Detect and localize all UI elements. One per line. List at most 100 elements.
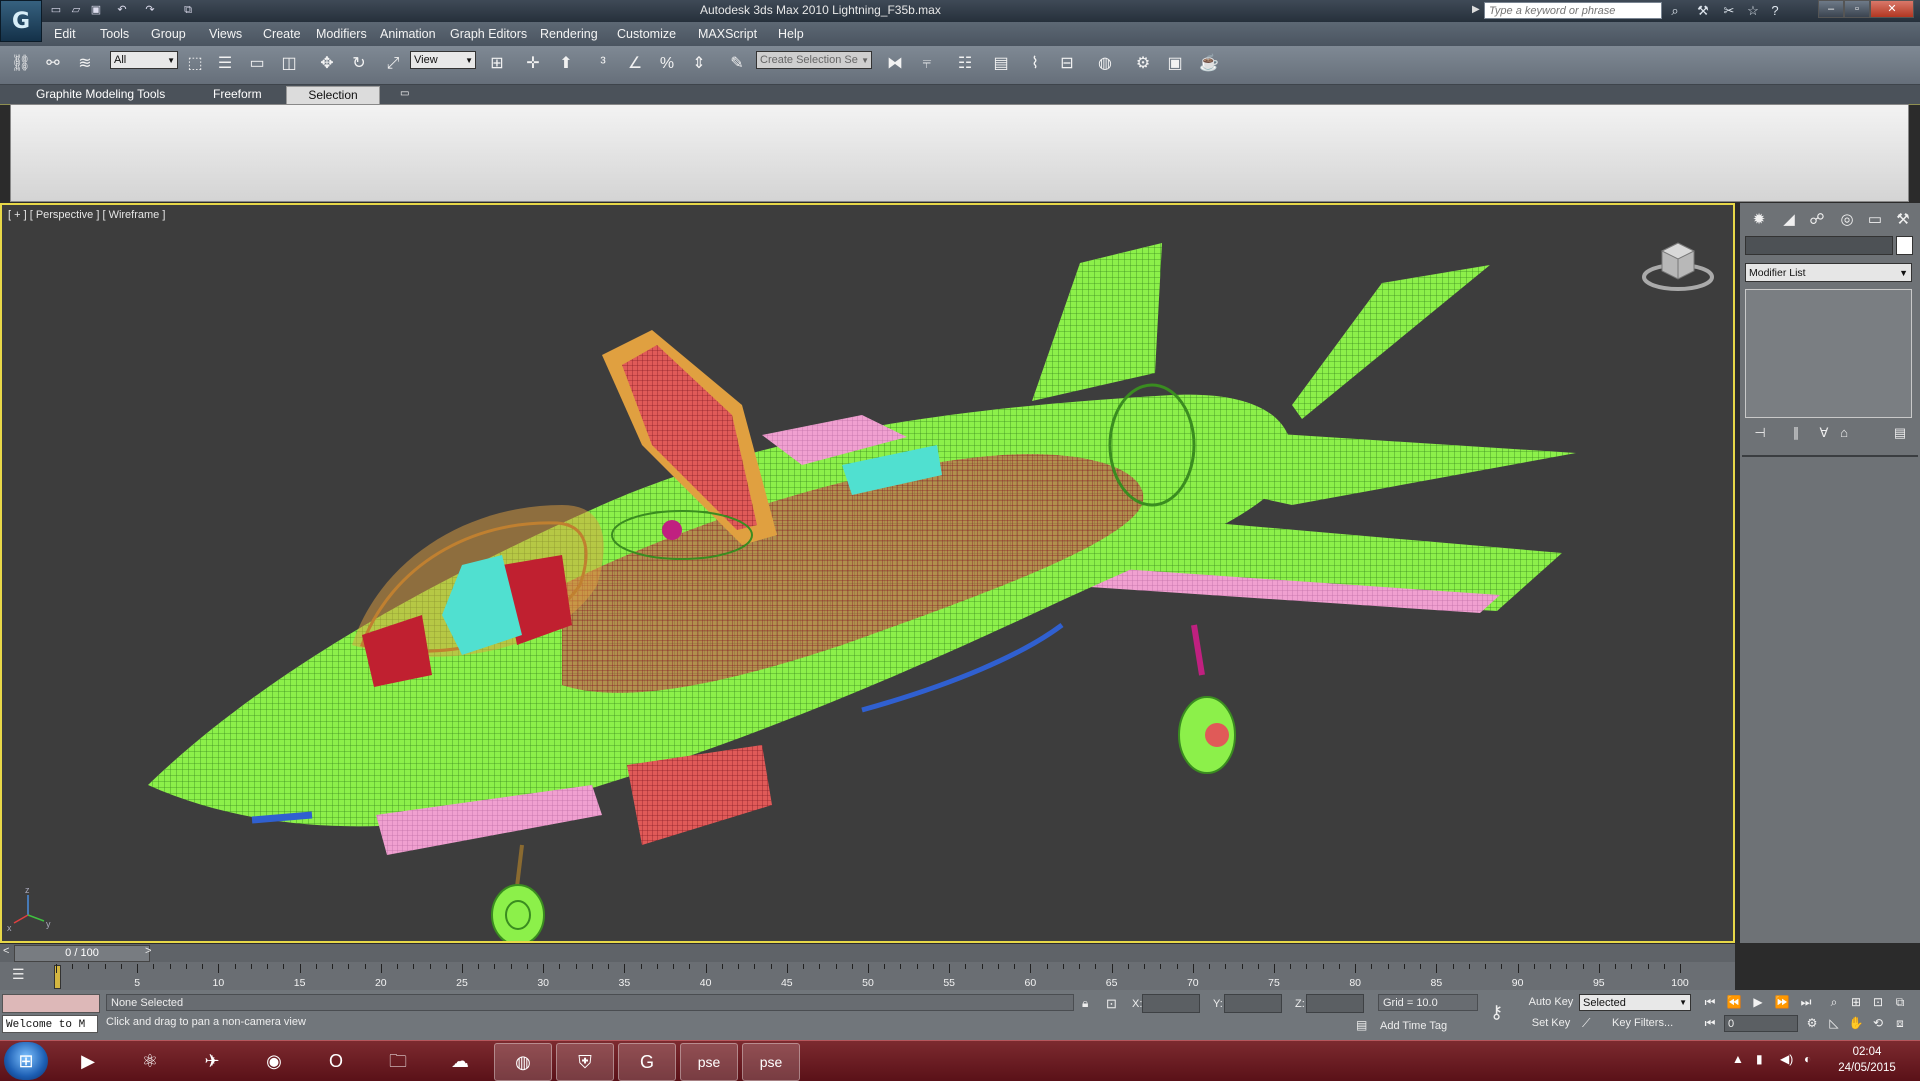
menu-create[interactable]: Create bbox=[263, 27, 301, 41]
configure-modifier-sets-icon[interactable]: ▤ bbox=[1890, 425, 1910, 443]
bind-space-warp-icon[interactable]: ≋ bbox=[72, 51, 98, 77]
tab-freeform[interactable]: Freeform bbox=[203, 86, 272, 103]
layer-manager-icon[interactable]: ☷ bbox=[952, 51, 978, 77]
tab-selection[interactable]: Selection bbox=[286, 86, 380, 105]
menu-modifiers[interactable]: Modifiers bbox=[316, 27, 367, 41]
menu-views[interactable]: Views bbox=[209, 27, 242, 41]
new-file-icon[interactable]: ▭ bbox=[48, 3, 64, 18]
display-panel-icon[interactable]: ▭ bbox=[1864, 209, 1886, 231]
named-selection-dropdown[interactable]: Create Selection Se bbox=[756, 51, 872, 69]
motion-panel-icon[interactable]: ◎ bbox=[1836, 209, 1858, 231]
play-icon[interactable]: ▶ bbox=[1748, 993, 1768, 1011]
x-coord-field[interactable] bbox=[1142, 994, 1200, 1013]
menu-customize[interactable]: Customize bbox=[617, 27, 676, 41]
object-name-field[interactable] bbox=[1745, 236, 1893, 255]
menu-graph-editors[interactable]: Graph Editors bbox=[450, 27, 527, 41]
scale-icon[interactable]: ⤢ bbox=[380, 51, 406, 77]
keyboard-shortcut-override-icon[interactable]: ⬆ bbox=[553, 51, 579, 77]
move-icon[interactable]: ✥ bbox=[314, 51, 340, 77]
communication-center-icon[interactable]: ⚒ bbox=[1694, 2, 1712, 20]
menu-edit[interactable]: Edit bbox=[54, 27, 76, 41]
ribbon-minimize-icon[interactable]: ▭ bbox=[400, 88, 409, 99]
hierarchy-panel-icon[interactable]: ☍ bbox=[1806, 209, 1828, 231]
time-prev-icon[interactable]: < bbox=[3, 945, 9, 957]
maxscript-listener-mini[interactable] bbox=[2, 994, 100, 1013]
auto-key-button[interactable]: Auto Key bbox=[1526, 994, 1576, 1011]
curve-editor-icon[interactable]: ⌇ bbox=[1022, 51, 1048, 77]
rotate-icon[interactable]: ↻ bbox=[346, 51, 372, 77]
mirror-icon[interactable]: ⧓ bbox=[882, 51, 908, 77]
z-coord-field[interactable] bbox=[1306, 994, 1364, 1013]
object-color-swatch[interactable] bbox=[1896, 236, 1913, 255]
help-icon[interactable]: ? bbox=[1766, 2, 1784, 20]
bird-app-icon[interactable]: ✈ bbox=[184, 1043, 240, 1079]
absolute-mode-icon[interactable]: ⊡ bbox=[1106, 996, 1117, 1012]
selection-filter-dropdown[interactable]: All bbox=[110, 51, 178, 69]
current-frame-field[interactable]: 0 bbox=[1724, 1015, 1798, 1032]
add-time-tag[interactable]: Add Time Tag bbox=[1380, 1020, 1447, 1032]
favorites-icon[interactable]: ☆ bbox=[1744, 2, 1762, 20]
window-crossing-icon[interactable]: ◫ bbox=[276, 51, 302, 77]
create-panel-icon[interactable]: ✹ bbox=[1748, 209, 1770, 231]
menu-maxscript[interactable]: MAXScript bbox=[698, 27, 757, 41]
select-manipulate-icon[interactable]: ✛ bbox=[520, 51, 546, 77]
key-filters-button[interactable]: Key Filters... bbox=[1612, 1017, 1673, 1029]
show-end-result-icon[interactable]: ∥ bbox=[1786, 425, 1806, 443]
open-file-icon[interactable]: ▱ bbox=[68, 3, 84, 18]
orbit-icon[interactable]: ⟲ bbox=[1868, 1014, 1888, 1032]
perspective-viewport[interactable]: [ + ] [ Perspective ] [ Wireframe ] z x … bbox=[0, 203, 1735, 943]
pan-view-icon[interactable]: ✋ bbox=[1846, 1014, 1866, 1032]
snaps-toggle-icon[interactable]: ³ bbox=[590, 51, 616, 77]
previous-frame-icon[interactable]: ⏪ bbox=[1724, 993, 1744, 1011]
maximize-button[interactable]: ▫ bbox=[1844, 0, 1870, 18]
make-unique-icon[interactable]: ∀ bbox=[1814, 425, 1834, 443]
select-object-icon[interactable]: ⬚ bbox=[182, 51, 208, 77]
align-icon[interactable]: ⫧ bbox=[914, 51, 940, 77]
modifier-stack[interactable] bbox=[1745, 289, 1912, 418]
search-input[interactable] bbox=[1484, 2, 1662, 19]
time-configuration-icon[interactable]: ⚙ bbox=[1802, 1014, 1822, 1032]
y-coord-field[interactable] bbox=[1224, 994, 1282, 1013]
time-slider[interactable]: < 0 / 100 > bbox=[0, 944, 1735, 962]
zoom-all-icon[interactable]: ⊞ bbox=[1846, 993, 1866, 1011]
aircraft-wireframe-model[interactable]: z x y bbox=[2, 205, 1733, 941]
search-expand-icon[interactable]: ▶ bbox=[1472, 4, 1480, 15]
go-to-start-icon[interactable]: ⏮ bbox=[1700, 993, 1720, 1011]
binoculars-icon[interactable]: ⌕ bbox=[1666, 2, 1684, 20]
menu-tools[interactable]: Tools bbox=[100, 27, 129, 41]
link-icon[interactable]: ⛓ bbox=[8, 51, 34, 77]
rendered-frame-window-icon[interactable]: ▣ bbox=[1162, 51, 1188, 77]
menu-group[interactable]: Group bbox=[151, 27, 186, 41]
reference-coordinate-dropdown[interactable]: View bbox=[410, 51, 476, 69]
mini-curve-editor-icon[interactable]: ☰ bbox=[12, 966, 25, 983]
spinner-snap-icon[interactable]: ⇕ bbox=[686, 51, 712, 77]
zoom-extents-all-icon[interactable]: ⧉ bbox=[1890, 993, 1910, 1011]
redo-icon[interactable]: ↷ bbox=[142, 3, 158, 18]
steam-icon[interactable]: ⚛ bbox=[122, 1043, 178, 1079]
application-menu-button[interactable]: G bbox=[0, 0, 42, 42]
menu-rendering[interactable]: Rendering bbox=[540, 27, 598, 41]
chrome-icon[interactable]: ◉ bbox=[246, 1043, 302, 1079]
close-button[interactable]: ✕ bbox=[1870, 0, 1914, 18]
shield-app-icon[interactable]: ⛨ bbox=[556, 1043, 614, 1081]
angle-snap-icon[interactable]: ∠ bbox=[622, 51, 648, 77]
material-editor-icon[interactable]: ◍ bbox=[1092, 51, 1118, 77]
tray-app-icon[interactable]: ◐ bbox=[1804, 1052, 1811, 1066]
time-slider-thumb[interactable]: 0 / 100 bbox=[14, 945, 150, 962]
pse-task-2[interactable]: pse bbox=[742, 1043, 800, 1081]
zoom-extents-icon[interactable]: ⊡ bbox=[1868, 993, 1888, 1011]
modify-panel-icon[interactable]: ◢ bbox=[1778, 209, 1800, 231]
percent-snap-icon[interactable]: % bbox=[654, 51, 680, 77]
project-folder-icon[interactable]: ⧉ bbox=[180, 3, 196, 18]
minimize-button[interactable]: – bbox=[1818, 0, 1844, 18]
pin-stack-icon[interactable]: ⊣ bbox=[1750, 425, 1770, 443]
remove-modifier-icon[interactable]: ⌂ bbox=[1834, 425, 1854, 443]
render-setup-icon[interactable]: ⚙ bbox=[1130, 51, 1156, 77]
save-icon[interactable]: ▣ bbox=[88, 3, 104, 18]
schematic-view-icon[interactable]: ⊟ bbox=[1054, 51, 1080, 77]
edit-named-selection-icon[interactable]: ✎ bbox=[724, 51, 750, 77]
subscription-icon[interactable]: ✂ bbox=[1720, 2, 1738, 20]
select-by-name-icon[interactable]: ☰ bbox=[212, 51, 238, 77]
set-key-button[interactable]: Set Key bbox=[1526, 1015, 1576, 1032]
menu-help[interactable]: Help bbox=[778, 27, 804, 41]
